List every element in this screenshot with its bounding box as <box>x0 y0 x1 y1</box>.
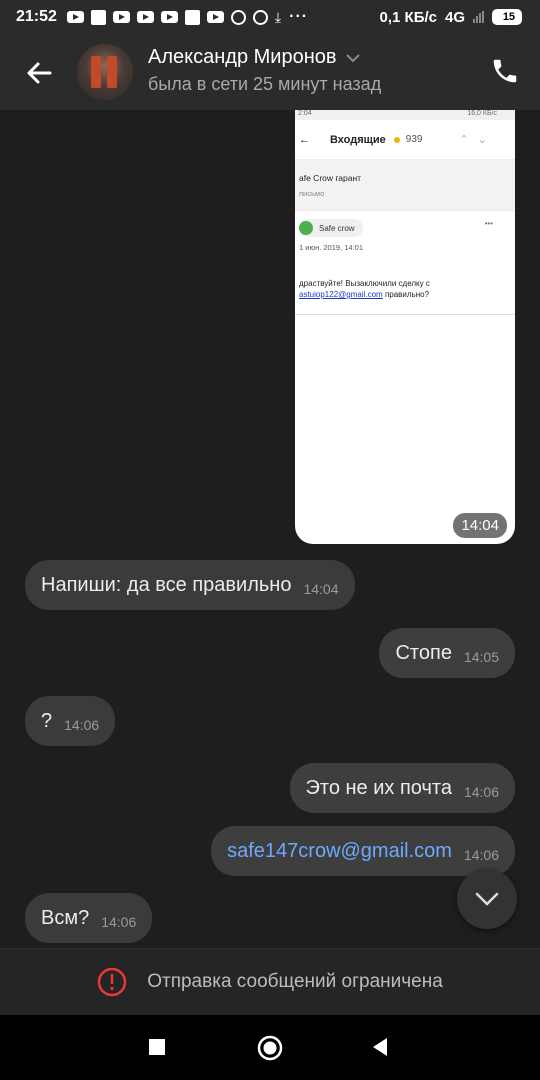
avatar[interactable] <box>77 44 133 100</box>
status-time: 21:52 <box>16 8 57 25</box>
message-bubble-incoming[interactable]: Напиши: да все правильно 14:04 <box>25 560 355 610</box>
screenshot-sender-avatar <box>299 221 313 235</box>
image-message[interactable]: 2:04 16,0 КБ/с ← Входящие 939 ⌃ ⌄ afe Cr… <box>295 110 515 544</box>
youtube-icon <box>66 11 84 23</box>
home-button[interactable] <box>257 1035 283 1061</box>
recents-button[interactable] <box>149 1039 165 1055</box>
message-time: 14:06 <box>101 914 137 930</box>
image-message-time: 14:04 <box>453 513 507 538</box>
message-bubble-incoming[interactable]: Всм? 14:06 <box>25 893 153 943</box>
screenshot-subject: afe Crow гарант письмо <box>295 160 515 211</box>
message-link[interactable]: safe147crow@gmail.com <box>227 840 452 863</box>
screenshot-body-line2: astuiop122@gmail.com правильно? <box>299 289 511 300</box>
alert-icon <box>97 967 127 997</box>
share-icon <box>230 9 246 25</box>
autodoc-icon <box>90 9 106 25</box>
message-text: Напиши: да все правильно <box>41 573 292 596</box>
screenshot-more-icon: ••• <box>484 219 493 228</box>
screenshot-time: 2:04 <box>298 110 312 117</box>
contact-status: была в сети 25 минут назад <box>148 74 382 94</box>
message-bubble-outgoing[interactable]: safe147crow@gmail.com 14:06 <box>211 826 515 876</box>
phone-icon[interactable] <box>490 56 520 86</box>
chevron-down-icon <box>345 53 360 62</box>
message-time: 14:04 <box>303 581 339 597</box>
signal-icon <box>473 11 484 23</box>
screenshot-sender: Safe crow ••• 1 июн. 2019, 14:01 <box>295 211 515 260</box>
navigation-bar <box>0 1015 540 1080</box>
message-time: 14:05 <box>463 649 499 665</box>
youtube-icon <box>160 11 178 23</box>
battery-icon: 15 <box>492 9 522 25</box>
screenshot-header: ← Входящие 939 ⌃ ⌄ <box>295 120 515 160</box>
screenshot-subject-sub: письмо <box>299 189 325 198</box>
screenshot-unread-dot <box>393 136 400 143</box>
message-text: Стопе <box>395 641 452 664</box>
share-icon <box>252 9 268 25</box>
message-time: 14:06 <box>463 847 499 863</box>
screenshot-count: 939 <box>405 134 423 145</box>
notification-icons: ⤓ <box>66 8 282 26</box>
back-button[interactable] <box>371 1037 389 1057</box>
screenshot-title: Входящие <box>330 133 386 146</box>
screenshot-sender-pill: Safe crow <box>299 219 363 237</box>
screenshot-date: 1 июн. 2019, 14:01 <box>299 243 363 252</box>
chat-area[interactable]: 2:04 16,0 КБ/с ← Входящие 939 ⌃ ⌄ afe Cr… <box>0 110 540 948</box>
screenshot-subject-title: afe Crow гарант <box>299 173 362 183</box>
message-text: ? <box>41 709 53 732</box>
net-speed: 0,1 КБ/с <box>379 8 437 26</box>
gamepad-icon <box>184 9 200 25</box>
scroll-down-button[interactable] <box>457 869 517 929</box>
status-right: 0,1 КБ/с 4G 15 <box>380 0 522 34</box>
youtube-icon <box>136 11 154 23</box>
screenshot-back-icon: ← <box>299 133 310 146</box>
chat-header: Александр Миронов была в сети 25 минут н… <box>0 34 540 110</box>
restriction-bar: Отправка сообщений ограничена <box>0 948 540 1015</box>
screenshot-body: драствуйте! Вызаключили сделку с astuiop… <box>295 260 515 315</box>
message-time: 14:06 <box>64 717 100 733</box>
status-bar: 21:52 ⤓ ··· 0,1 КБ/с 4G 15 <box>0 0 540 34</box>
message-text: Это не их почта <box>305 776 452 799</box>
screenshot-body-text: драствуйте! Вызаключили сделку с <box>299 279 430 288</box>
download-icon: ⤓ <box>274 8 282 25</box>
screenshot-nav-icons: ⌃ ⌄ <box>459 134 487 146</box>
screenshot-speed: 16,0 КБ/с <box>467 110 497 117</box>
youtube-icon <box>206 11 224 23</box>
message-bubble-outgoing[interactable]: Стопе 14:05 <box>379 628 515 678</box>
restriction-text: Отправка сообщений ограничена <box>147 971 443 992</box>
message-text: Всм? <box>41 906 90 929</box>
screenshot-body-link: astuiop122@gmail.com <box>299 290 383 299</box>
contact-name: Александр Миронов <box>148 46 337 68</box>
message-time: 14:06 <box>463 784 499 800</box>
message-bubble-incoming[interactable]: ? 14:06 <box>25 696 116 746</box>
screenshot-sender-name: Safe crow <box>319 223 355 233</box>
chevron-down-icon <box>475 892 499 906</box>
screenshot-body-tail: правильно? <box>382 290 430 299</box>
back-arrow-icon[interactable] <box>22 56 56 90</box>
contact-name-row[interactable]: Александр Миронов <box>148 46 361 69</box>
more-notifications: ··· <box>289 8 309 25</box>
message-bubble-outgoing[interactable]: Это не их почта 14:06 <box>289 763 515 813</box>
network-type: 4G <box>444 8 465 26</box>
youtube-icon <box>112 11 130 23</box>
battery-level: 15 <box>502 11 516 23</box>
screenshot-status: 2:04 16,0 КБ/с <box>295 110 515 120</box>
